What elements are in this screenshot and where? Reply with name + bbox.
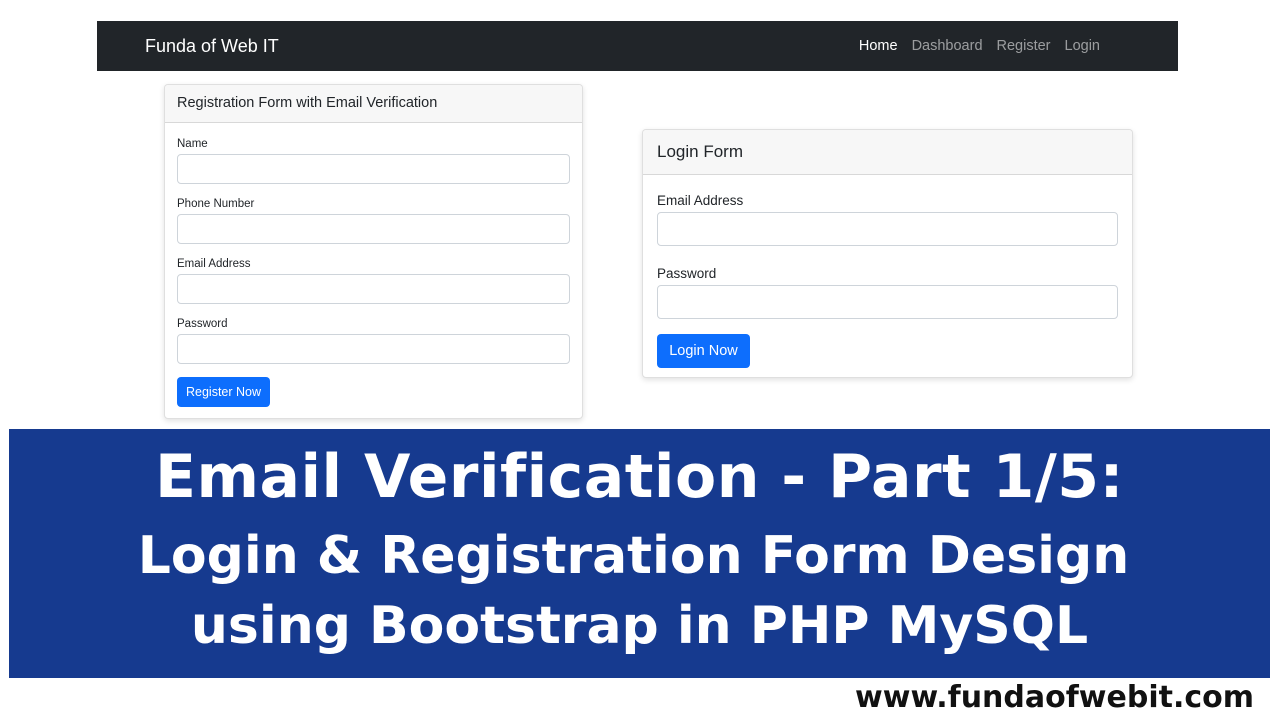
login-email-label: Email Address: [657, 193, 744, 208]
reg-email-label: Email Address: [177, 258, 251, 270]
login-email-field-group: Email Address: [657, 192, 1118, 246]
login-card-title: Login Form: [643, 130, 1132, 175]
nav-link-dashboard[interactable]: Dashboard: [912, 38, 983, 54]
nav-link-register[interactable]: Register: [997, 38, 1051, 54]
title-banner: Email Verification - Part 1/5: Login & R…: [9, 429, 1270, 678]
name-input[interactable]: [177, 154, 570, 184]
registration-card: Registration Form with Email Verificatio…: [164, 84, 583, 419]
login-email-input[interactable]: [657, 212, 1118, 246]
nav-link-login[interactable]: Login: [1065, 38, 1100, 54]
top-navbar: Funda of Web IT Home Dashboard Register …: [97, 21, 1178, 71]
login-card-body: Email Address Password Login Now: [643, 175, 1132, 368]
login-password-label: Password: [657, 266, 717, 281]
reg-password-label: Password: [177, 318, 228, 330]
reg-password-field-group: Password: [177, 317, 570, 364]
login-password-field-group: Password: [657, 265, 1118, 319]
login-card: Login Form Email Address Password Login …: [642, 129, 1133, 378]
banner-title-line-3: using Bootstrap in PHP MySQL: [190, 596, 1089, 656]
registration-card-title: Registration Form with Email Verificatio…: [165, 85, 582, 123]
site-url: www.fundaofwebit.com: [855, 680, 1254, 715]
name-label: Name: [177, 138, 208, 150]
reg-password-input[interactable]: [177, 334, 570, 364]
phone-field-group: Phone Number: [177, 197, 570, 244]
phone-label: Phone Number: [177, 198, 255, 210]
register-now-button[interactable]: Register Now: [177, 377, 270, 407]
login-now-button[interactable]: Login Now: [657, 334, 750, 368]
navbar-brand[interactable]: Funda of Web IT: [145, 21, 279, 71]
banner-title-line-1: Email Verification - Part 1/5:: [154, 442, 1125, 512]
banner-title-line-2: Login & Registration Form Design: [137, 526, 1130, 586]
nav-links: Home Dashboard Register Login: [859, 21, 1100, 71]
registration-card-body: Name Phone Number Email Address Password…: [165, 123, 582, 407]
reg-email-input[interactable]: [177, 274, 570, 304]
nav-link-home[interactable]: Home: [859, 38, 898, 54]
login-password-input[interactable]: [657, 285, 1118, 319]
phone-input[interactable]: [177, 214, 570, 244]
name-field-group: Name: [177, 137, 570, 184]
reg-email-field-group: Email Address: [177, 257, 570, 304]
